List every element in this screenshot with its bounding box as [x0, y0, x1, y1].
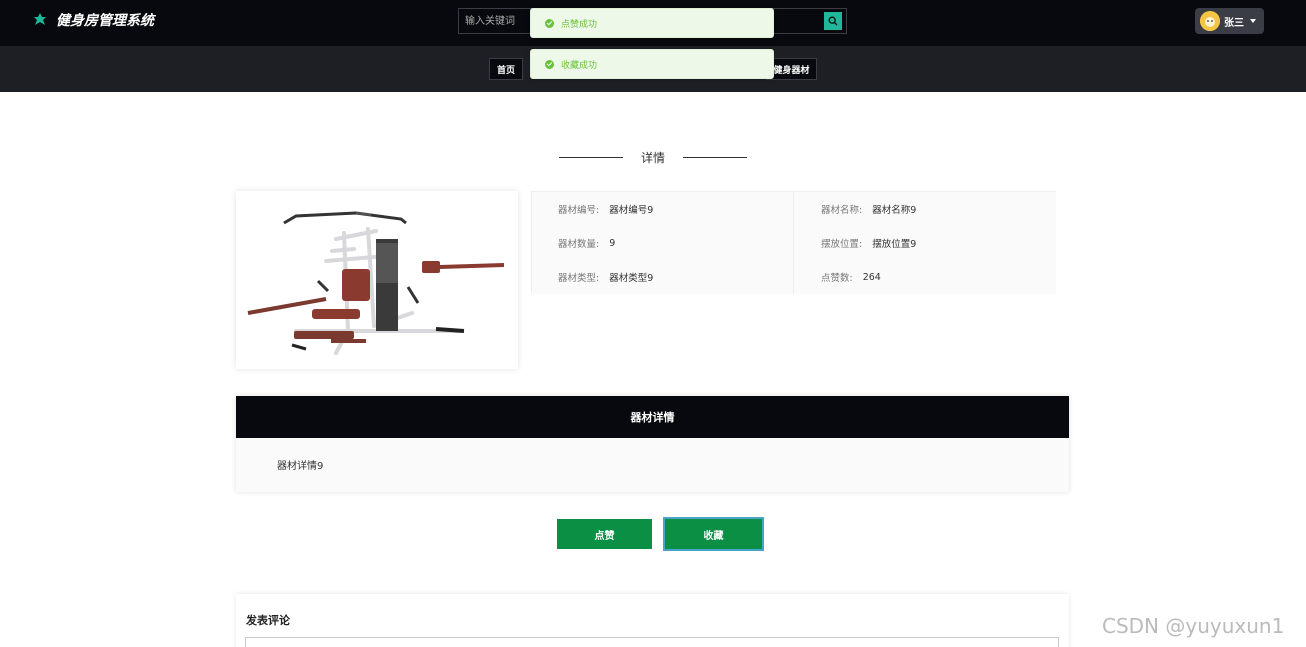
search-icon	[828, 16, 838, 26]
user-name: 张三	[1224, 17, 1244, 29]
info-label: 器材编号:	[558, 205, 600, 216]
success-icon	[545, 18, 554, 28]
info-value: 器材类型9	[609, 273, 654, 284]
equipment-info-table: 器材编号: 器材编号9 器材名称: 器材名称9 器材数量: 9 摆放位置: 摆放…	[531, 191, 1056, 294]
equipment-image	[236, 191, 518, 369]
brand[interactable]: 健身房管理系统	[32, 10, 154, 30]
info-cell-quantity: 器材数量: 9	[532, 226, 794, 260]
info-cell-type: 器材类型: 器材类型9	[532, 260, 794, 294]
info-value: 264	[862, 271, 881, 283]
user-menu[interactable]: 张三	[1195, 8, 1264, 34]
detail-header: 器材详情	[236, 396, 1069, 438]
nav-item-home[interactable]: 首页	[489, 58, 523, 80]
info-row: 器材编号: 器材编号9 器材名称: 器材名称9	[532, 192, 1056, 226]
chevron-down-icon	[1250, 19, 1256, 23]
favorite-button[interactable]: 收藏	[663, 517, 764, 551]
app-title: 健身房管理系统	[56, 13, 154, 29]
gym-machine-image	[247, 211, 505, 355]
section-title: 详情	[557, 148, 749, 166]
toast-text: 收藏成功	[561, 60, 598, 71]
info-label: 器材名称:	[821, 205, 863, 216]
detail-body: 器材详情9	[236, 438, 1069, 492]
divider	[558, 156, 623, 158]
info-label: 点赞数:	[821, 273, 853, 284]
info-row: 器材类型: 器材类型9 点赞数: 264	[532, 260, 1056, 294]
info-value: 摆放位置9	[872, 239, 917, 250]
search-button[interactable]	[824, 12, 842, 30]
info-label: 器材类型:	[558, 273, 600, 284]
comment-input[interactable]	[245, 637, 1059, 647]
info-value: 9	[609, 237, 616, 249]
info-value: 器材编号9	[609, 205, 654, 216]
info-value: 器材名称9	[872, 205, 917, 216]
info-row: 器材数量: 9 摆放位置: 摆放位置9	[532, 226, 1056, 260]
divider	[683, 156, 747, 158]
toast-text: 点赞成功	[561, 19, 598, 30]
info-cell-code: 器材编号: 器材编号9	[532, 192, 794, 226]
success-icon	[545, 59, 554, 69]
info-label: 器材数量:	[558, 239, 600, 250]
comment-section: 发表评论	[236, 594, 1069, 647]
logo-icon	[34, 13, 46, 25]
comment-title: 发表评论	[246, 614, 290, 627]
section-title-text: 详情	[640, 150, 665, 165]
detail-panel: 器材详情 器材详情9	[236, 396, 1069, 492]
toast-favorite-success: 收藏成功	[530, 49, 774, 79]
info-label: 摆放位置:	[821, 239, 863, 250]
toast-like-success: 点赞成功	[530, 8, 774, 38]
watermark: CSDN @yuyuxun1	[1102, 614, 1285, 638]
info-cell-location: 摆放位置: 摆放位置9	[794, 226, 1056, 260]
like-button[interactable]: 点赞	[557, 519, 652, 549]
info-cell-likes: 点赞数: 264	[794, 260, 1056, 294]
avatar	[1200, 11, 1220, 31]
info-cell-name: 器材名称: 器材名称9	[794, 192, 1056, 226]
